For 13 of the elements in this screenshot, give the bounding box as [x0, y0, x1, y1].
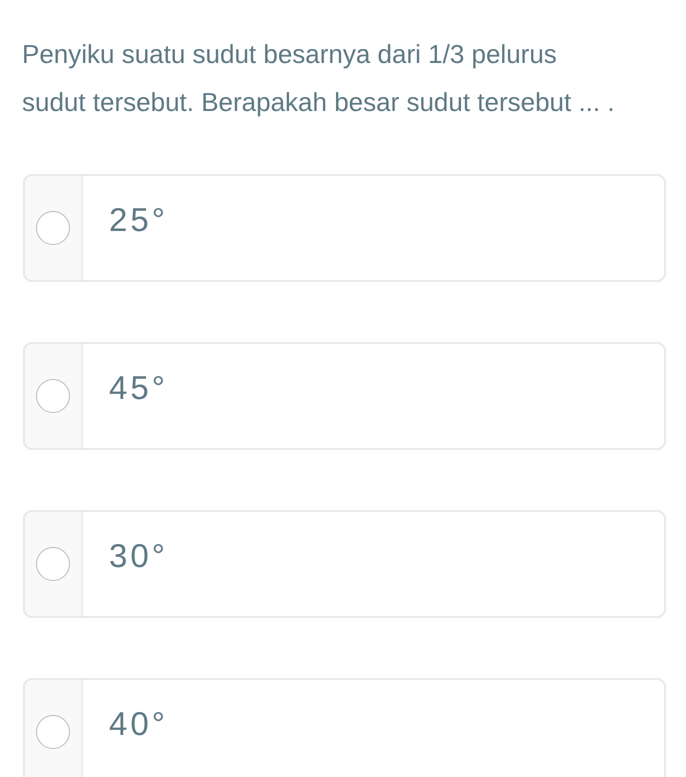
answer-option[interactable]: 25°: [23, 174, 666, 282]
radio-button[interactable]: [36, 379, 70, 413]
radio-button[interactable]: [36, 715, 70, 749]
answer-option[interactable]: 30°: [23, 510, 666, 618]
radio-button[interactable]: [36, 547, 70, 581]
radio-button[interactable]: [36, 211, 70, 245]
answer-option[interactable]: 45°: [23, 342, 666, 450]
option-label: 30°: [109, 536, 168, 576]
option-label: 25°: [109, 200, 168, 240]
answer-option[interactable]: 40°: [23, 678, 666, 777]
question-text: Penyiku suatu sudut besarnya dari 1/3 pelurus sudut tersebut. Berapakah besar sudut tersebut ... .: [22, 38, 616, 119]
option-label: 45°: [109, 368, 168, 408]
option-label: 40°: [109, 704, 168, 744]
